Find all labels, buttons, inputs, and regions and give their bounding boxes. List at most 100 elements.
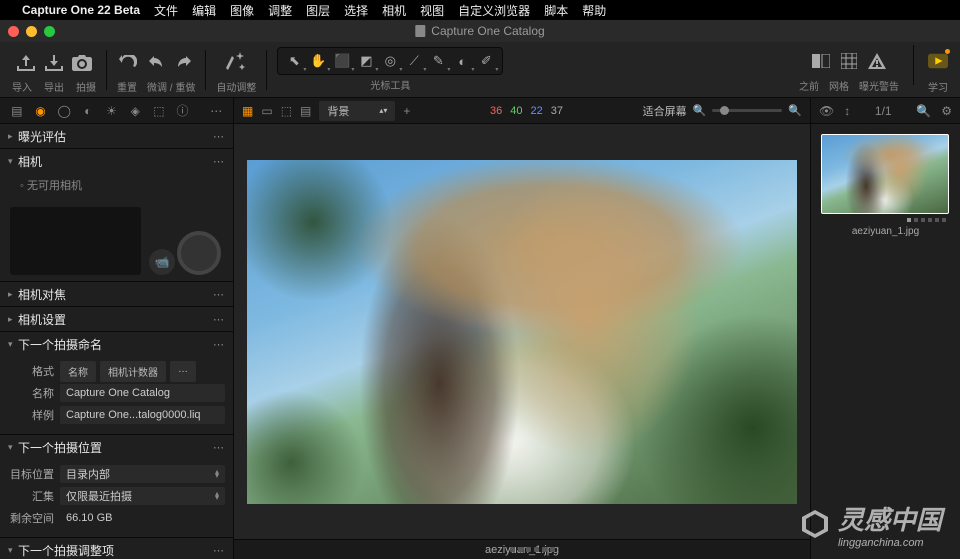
menu-select[interactable]: 选择 bbox=[344, 2, 368, 19]
collection-select[interactable]: 仅限最近拍摄▴▾ bbox=[60, 487, 225, 505]
section-menu-icon[interactable]: ⋯ bbox=[213, 155, 225, 168]
cursor-picker-tool[interactable]: ◐▾ bbox=[452, 51, 472, 71]
target-label: 目标位置 bbox=[8, 466, 54, 482]
rgb-r: 36 bbox=[490, 105, 502, 117]
section-camera[interactable]: ▾ 相机 ⋯ bbox=[0, 149, 233, 173]
tab-exposure-icon[interactable]: ☀ bbox=[105, 104, 119, 118]
import-button[interactable] bbox=[16, 53, 36, 73]
menu-script[interactable]: 脚本 bbox=[544, 2, 568, 19]
movie-button[interactable]: 📹 bbox=[149, 249, 175, 275]
filter-icon[interactable]: ⚙ bbox=[941, 104, 952, 118]
app-menu[interactable]: Capture One 22 Beta bbox=[22, 3, 140, 17]
maximize-button[interactable] bbox=[44, 26, 55, 37]
menu-camera[interactable]: 相机 bbox=[382, 2, 406, 19]
rating-dots[interactable] bbox=[821, 218, 950, 222]
shutter-button[interactable] bbox=[177, 231, 221, 275]
zoom-label[interactable]: 适合屏幕 bbox=[643, 103, 687, 119]
menu-view[interactable]: 视图 bbox=[420, 2, 444, 19]
section-menu-icon[interactable]: ⋯ bbox=[213, 544, 225, 557]
auto-adjust-button[interactable] bbox=[226, 51, 246, 71]
cursor-pan-tool[interactable]: ✋▾ bbox=[308, 51, 328, 71]
browser-panel: 👁 ↕ 1/1 🔍 ⚙ aeziyuan_1.jpg bbox=[810, 98, 960, 559]
learn-label: 学习 bbox=[928, 79, 948, 94]
section-menu-icon[interactable]: ⋯ bbox=[213, 288, 225, 301]
reset-button[interactable] bbox=[118, 53, 138, 73]
view-single-icon[interactable]: ▭ bbox=[261, 104, 272, 118]
remaining-value: 66.10 GB bbox=[60, 512, 225, 524]
cursor-tools-group: ⬉▾ ✋▾ ⬛▾ ◩▾ ◎▾ ⟋▾ ✎▾ ◐▾ ✐▾ bbox=[277, 47, 503, 75]
view-multi-icon[interactable]: ⬚ bbox=[281, 104, 292, 118]
browser-counter: 1/1 bbox=[875, 104, 892, 118]
no-camera-text: ◦ 无可用相机 bbox=[20, 180, 82, 192]
tab-capture-icon[interactable]: ◉ bbox=[34, 104, 48, 118]
section-next-location[interactable]: ▾ 下一个拍摄位置 ⋯ bbox=[0, 435, 233, 459]
search-icon[interactable]: 🔍 bbox=[916, 104, 931, 118]
tab-refine-icon[interactable]: ◈ bbox=[128, 104, 142, 118]
image-canvas[interactable] bbox=[234, 124, 810, 539]
menu-image[interactable]: 图像 bbox=[230, 2, 254, 19]
add-layer-icon[interactable]: + bbox=[403, 104, 410, 118]
cursor-brush-tool[interactable]: ✎▾ bbox=[428, 51, 448, 71]
view-grid-icon[interactable]: ▦ bbox=[242, 104, 253, 118]
menu-layer[interactable]: 图层 bbox=[306, 2, 330, 19]
grid-button[interactable] bbox=[839, 51, 859, 71]
cursor-select-tool[interactable]: ⬉▾ bbox=[284, 51, 304, 71]
close-button[interactable] bbox=[8, 26, 19, 37]
target-select[interactable]: 目录内部▴▾ bbox=[60, 465, 225, 483]
section-menu-icon[interactable]: ⋯ bbox=[213, 313, 225, 326]
redo-button[interactable] bbox=[174, 53, 194, 73]
filmstrip-bar: aeziyuan_1.jpg bbox=[234, 539, 810, 559]
tab-style-icon[interactable]: ⬚ bbox=[152, 104, 166, 118]
cursor-spot-tool[interactable]: ◎▾ bbox=[380, 51, 400, 71]
section-next-naming[interactable]: ▾ 下一个拍摄命名 ⋯ bbox=[0, 332, 233, 356]
undo-button[interactable] bbox=[146, 53, 166, 73]
rgb-l: 37 bbox=[551, 105, 563, 117]
document-icon bbox=[415, 25, 425, 37]
tab-metadata-icon[interactable]: ⓘ bbox=[176, 104, 190, 118]
menu-edit[interactable]: 编辑 bbox=[192, 2, 216, 19]
menu-help[interactable]: 帮助 bbox=[582, 2, 606, 19]
section-next-adjust[interactable]: ▾ 下一个拍摄调整项 ⋯ bbox=[0, 538, 233, 559]
before-button[interactable] bbox=[811, 51, 831, 71]
menu-custom-browser[interactable]: 自定义浏览器 bbox=[458, 2, 530, 19]
export-button[interactable] bbox=[44, 53, 64, 73]
menu-adjust[interactable]: 调整 bbox=[268, 2, 292, 19]
chevron-down-icon: ▾ bbox=[8, 339, 18, 350]
section-menu-icon[interactable]: ⋯ bbox=[213, 441, 225, 454]
learn-button[interactable] bbox=[928, 51, 948, 71]
section-menu-icon[interactable]: ⋯ bbox=[213, 130, 225, 143]
menu-file[interactable]: 文件 bbox=[154, 2, 178, 19]
chevron-right-icon: ▸ bbox=[8, 289, 18, 300]
section-exposure-eval[interactable]: ▸ 曝光评估 ⋯ bbox=[0, 124, 233, 148]
section-menu-icon[interactable]: ⋯ bbox=[213, 338, 225, 351]
cursor-straighten-tool[interactable]: ⟋▾ bbox=[404, 51, 424, 71]
thumbnail[interactable] bbox=[821, 134, 949, 214]
token-name[interactable]: 名称 bbox=[60, 361, 96, 382]
tab-library-icon[interactable]: ▤ bbox=[10, 104, 24, 118]
cursor-crop-tool[interactable]: ⬛▾ bbox=[332, 51, 352, 71]
layer-select[interactable]: 背景▴▾ bbox=[319, 101, 395, 121]
remaining-label: 剩余空间 bbox=[8, 510, 54, 526]
minimize-button[interactable] bbox=[26, 26, 37, 37]
name-input[interactable]: Capture One Catalog bbox=[60, 384, 225, 402]
tab-color-icon[interactable]: ◐ bbox=[81, 104, 95, 118]
section-title: 相机对焦 bbox=[18, 286, 213, 303]
token-more[interactable]: … bbox=[170, 361, 196, 382]
chevron-down-icon: ▾ bbox=[8, 156, 18, 167]
zoom-slider[interactable] bbox=[712, 109, 782, 112]
eye-icon[interactable]: 👁 bbox=[819, 104, 834, 118]
capture-button[interactable] bbox=[72, 53, 92, 73]
cursor-annotate-tool[interactable]: ✐▾ bbox=[476, 51, 496, 71]
exposure-warning-button[interactable] bbox=[867, 51, 887, 71]
cursor-keystone-tool[interactable]: ◩▾ bbox=[356, 51, 376, 71]
section-camera-focus[interactable]: ▸ 相机对焦 ⋯ bbox=[0, 282, 233, 306]
name-label: 名称 bbox=[8, 385, 54, 401]
browser-toolbar: 👁 ↕ 1/1 🔍 ⚙ bbox=[811, 98, 960, 124]
sort-icon[interactable]: ↕ bbox=[844, 104, 850, 118]
token-counter[interactable]: 相机计数器 bbox=[100, 361, 166, 382]
tab-lens-icon[interactable]: ◯ bbox=[57, 104, 71, 118]
section-camera-settings[interactable]: ▸ 相机设置 ⋯ bbox=[0, 307, 233, 331]
undo-redo-label: 微调 / 重做 bbox=[147, 79, 195, 94]
view-proof-icon[interactable]: ▤ bbox=[300, 104, 311, 118]
tab-menu-icon[interactable]: ⋯ bbox=[209, 104, 223, 118]
